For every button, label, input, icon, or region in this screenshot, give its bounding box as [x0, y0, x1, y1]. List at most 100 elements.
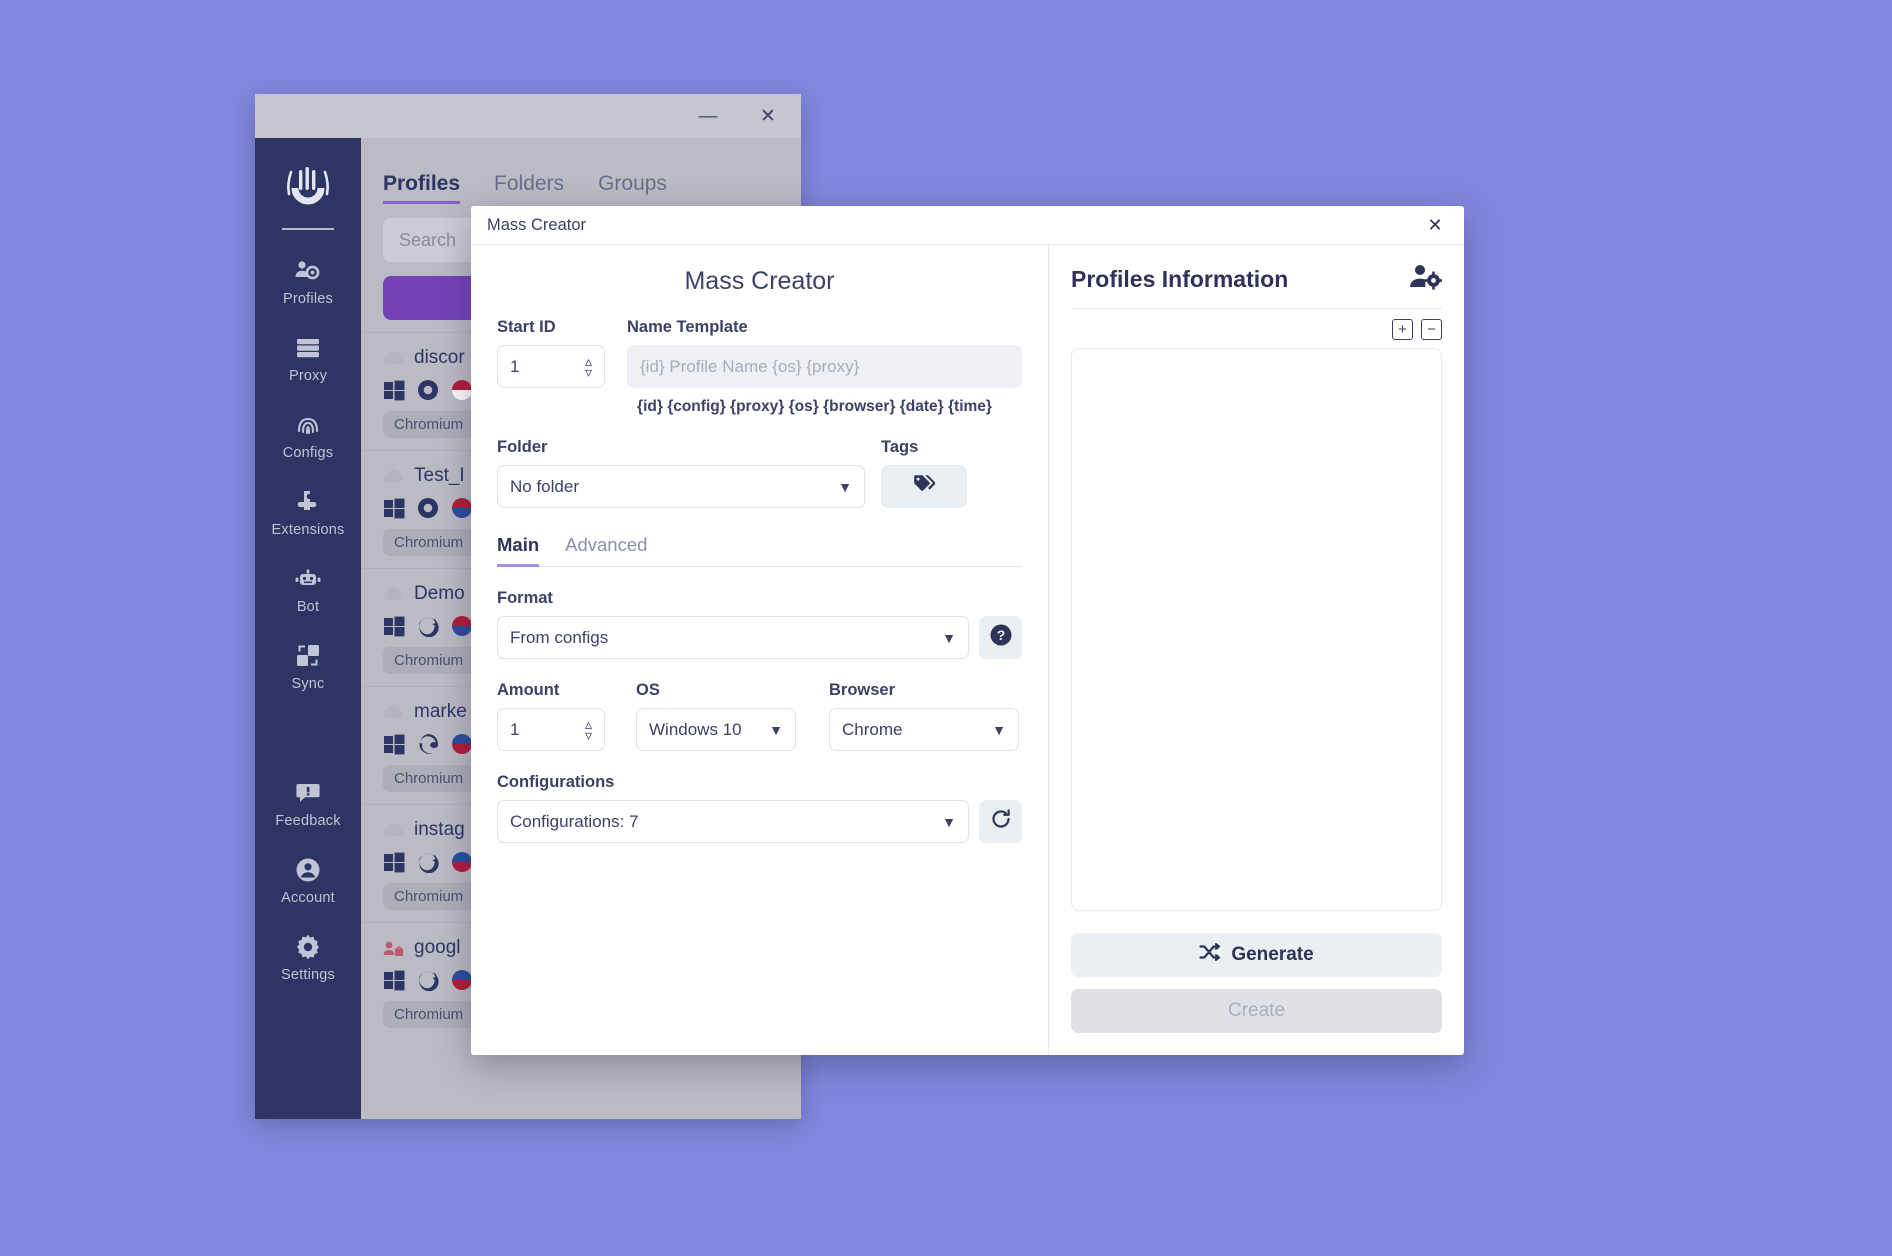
edge-icon [417, 733, 439, 755]
feedback-icon [293, 778, 323, 808]
profiles-information-header: Profiles Information [1071, 263, 1443, 309]
os-select[interactable]: Windows 10 ▼ [636, 708, 796, 751]
windows-icon [383, 851, 405, 873]
token-hint: {id} {config} {proxy} {os} {browser} {da… [637, 398, 992, 415]
browser-value: Chrome [842, 719, 903, 739]
folder-select[interactable]: No folder ▼ [497, 465, 865, 508]
sidebar-divider [282, 228, 334, 230]
shuffle-icon [1199, 943, 1221, 967]
firefox-icon [417, 851, 439, 874]
minimize-button[interactable]: — [689, 101, 727, 131]
sidebar-label: Configs [282, 445, 334, 461]
stepper-arrows[interactable]: ▵ ▿ [585, 354, 592, 379]
cloud-icon [383, 350, 405, 366]
configurations-select[interactable]: Configurations: 7 ▼ [497, 800, 969, 843]
sidebar: Profiles Proxy Configs Extensions Bot Sy… [255, 138, 361, 1119]
settings-icon [293, 932, 323, 962]
profile-name: Demo [414, 583, 465, 604]
profile-name: instag [414, 819, 465, 840]
cloud-icon [383, 586, 405, 602]
firefox-icon [417, 969, 439, 992]
cloud-icon [383, 468, 405, 484]
bot-icon [293, 564, 323, 594]
tab-groups[interactable]: Groups [598, 172, 667, 204]
create-button[interactable]: Create [1071, 989, 1442, 1033]
tag-icon [913, 474, 936, 499]
browser-badge: Chromium [383, 411, 475, 438]
expand-all-button[interactable]: + [1392, 319, 1413, 340]
tab-folders[interactable]: Folders [494, 172, 564, 204]
format-value: From configs [510, 627, 609, 647]
shared-users-icon [383, 940, 405, 956]
browser-select[interactable]: Chrome ▼ [829, 708, 1019, 751]
browser-badge: Chromium [383, 883, 475, 910]
sidebar-item-account[interactable]: Account [255, 855, 361, 906]
tab-profiles[interactable]: Profiles [383, 172, 461, 204]
configurations-group: Configurations Configurations: 7 ▼ [497, 773, 1022, 843]
chevron-down-icon[interactable]: ▿ [585, 728, 592, 742]
app-tabs: Profiles Folders Groups [361, 138, 801, 204]
proxy-flag-icon [451, 969, 473, 991]
folder-label: Folder [497, 438, 548, 456]
sidebar-item-sync[interactable]: Sync [255, 641, 361, 692]
browser-badge: Chromium [383, 1001, 475, 1028]
tags-button[interactable] [881, 465, 967, 508]
start-id-value: 1 [510, 356, 520, 376]
sidebar-item-extensions[interactable]: Extensions [255, 487, 361, 538]
sidebar-item-bot[interactable]: Bot [255, 564, 361, 615]
configurations-label: Configurations [497, 773, 615, 791]
dialog-title: Mass Creator [487, 215, 587, 234]
profile-name: marke [414, 701, 467, 722]
tags-group: Tags [881, 438, 967, 508]
windows-icon [383, 379, 405, 401]
dialog-body: Mass Creator Start ID 1 ▵ ▿ Name Templat… [471, 245, 1464, 1055]
app-titlebar: — ✕ [255, 94, 801, 138]
extensions-icon [293, 487, 323, 517]
user-settings-icon[interactable] [1408, 263, 1443, 296]
close-icon[interactable]: ✕ [1420, 212, 1450, 238]
browser-label: Browser [829, 681, 896, 699]
sidebar-item-feedback[interactable]: Feedback [255, 778, 361, 829]
sidebar-item-proxy[interactable]: Proxy [255, 333, 361, 384]
proxy-flag-icon [451, 851, 473, 873]
profiles-information-list[interactable] [1071, 348, 1442, 911]
os-value: Windows 10 [649, 719, 742, 739]
form-sub-tabs: Main Advanced [497, 534, 1022, 567]
sidebar-label: Account [281, 890, 335, 906]
tab-advanced[interactable]: Advanced [565, 534, 647, 566]
format-row: From configs ▼ ? [497, 616, 1022, 659]
amount-group: Amount 1 ▵ ▿ [497, 681, 605, 751]
start-id-stepper[interactable]: 1 ▵ ▿ [497, 345, 605, 388]
svg-text:?: ? [996, 627, 1005, 643]
profiles-icon [293, 256, 323, 286]
account-icon [293, 855, 323, 885]
amount-stepper[interactable]: 1 ▵ ▿ [497, 708, 605, 751]
chevron-down-icon: ▼ [838, 478, 852, 495]
proxy-flag-icon [451, 497, 473, 519]
profile-name: Test_I [414, 465, 465, 486]
sidebar-item-configs[interactable]: Configs [255, 410, 361, 461]
close-icon[interactable]: ✕ [749, 101, 787, 131]
name-template-label: Name Template [627, 318, 748, 336]
chrome-icon [417, 497, 439, 519]
stepper-arrows[interactable]: ▵ ▿ [585, 717, 592, 742]
chevron-down-icon: ▼ [942, 813, 956, 830]
name-template-input[interactable]: {id} Profile Name {os} {proxy} [627, 345, 1022, 388]
proxy-icon [293, 333, 323, 363]
format-select[interactable]: From configs ▼ [497, 616, 969, 659]
tab-main[interactable]: Main [497, 534, 540, 567]
refresh-icon [989, 807, 1013, 836]
sidebar-item-profiles[interactable]: Profiles [255, 256, 361, 307]
os-group: OS Windows 10 ▼ [636, 681, 796, 751]
sidebar-item-settings[interactable]: Settings [255, 932, 361, 983]
configurations-refresh-button[interactable] [979, 800, 1022, 843]
browser-badge: Chromium [383, 529, 475, 556]
chevron-down-icon: ▼ [992, 721, 1006, 738]
chevron-down-icon[interactable]: ▿ [585, 365, 592, 379]
mass-creator-dialog: Mass Creator ✕ Mass Creator Start ID 1 ▵… [471, 206, 1464, 1055]
collapse-all-button[interactable]: − [1421, 319, 1442, 340]
generate-button[interactable]: Generate [1071, 933, 1442, 977]
browser-group: Browser Chrome ▼ [829, 681, 1019, 751]
format-help-button[interactable]: ? [979, 616, 1022, 659]
panel-zoom-controls: + − [1071, 309, 1442, 348]
